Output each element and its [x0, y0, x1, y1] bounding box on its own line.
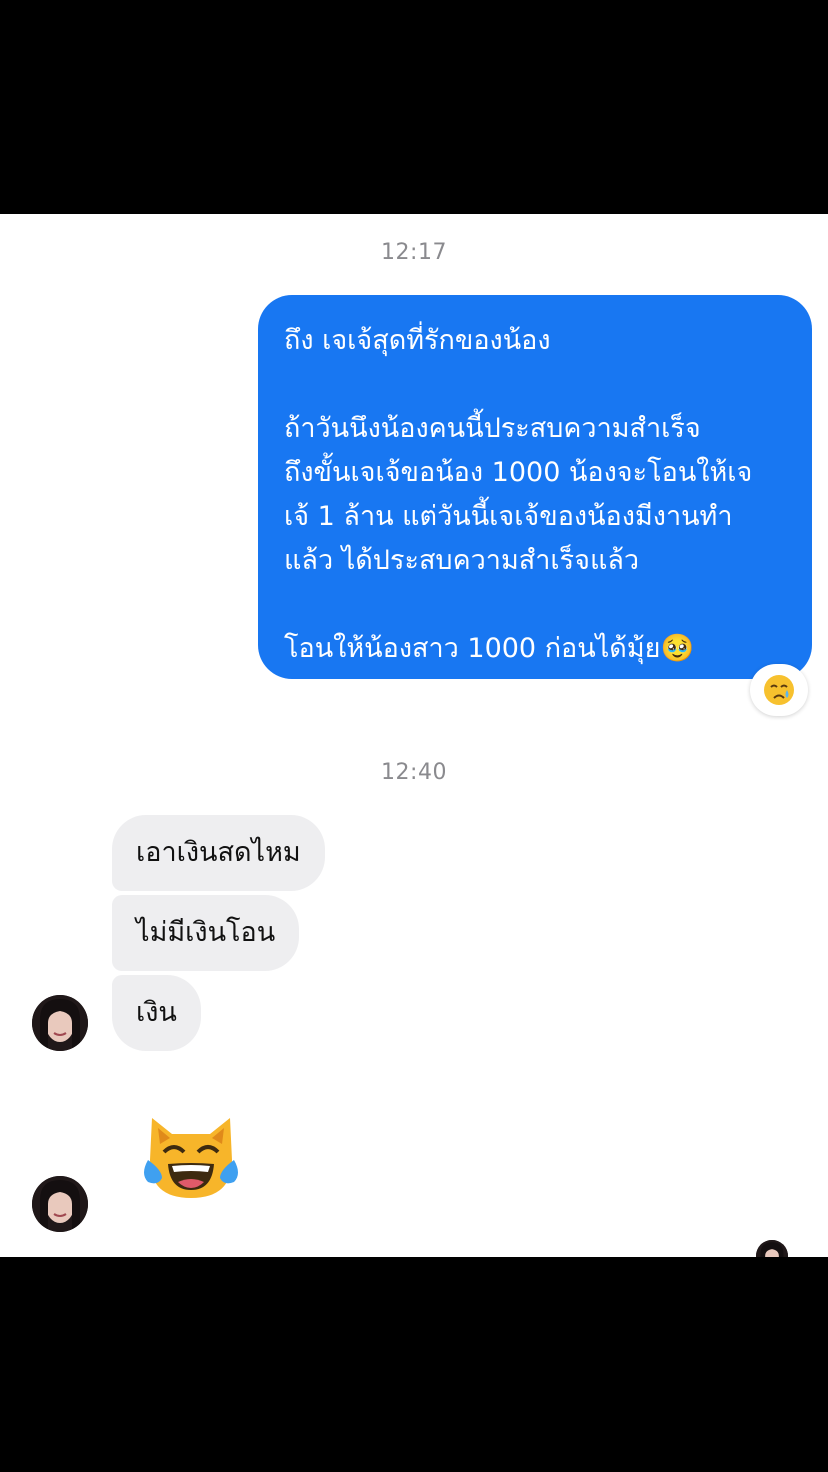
letterbox-bottom — [0, 1257, 828, 1472]
message-reaction[interactable] — [750, 664, 808, 716]
letterbox-top — [0, 0, 828, 214]
outgoing-message-bubble[interactable]: ถึง เจเจ้สุดที่รักของน้อง ถ้าวันนึงน้องค… — [258, 295, 812, 679]
cat-with-tears-of-joy-icon[interactable] — [138, 1100, 244, 1206]
avatar-image — [756, 1240, 788, 1257]
incoming-message-bubble[interactable]: เงิน — [112, 975, 201, 1051]
incoming-message-bubble[interactable]: เอาเงินสดไหม — [112, 815, 325, 891]
avatar-image — [32, 1176, 88, 1232]
read-receipt-avatar — [756, 1240, 788, 1257]
incoming-message-bubble[interactable]: ไม่มีเงินโอน — [112, 895, 300, 971]
avatar[interactable] — [32, 1176, 88, 1232]
timestamp: 12:17 — [381, 240, 447, 265]
crying-face-icon — [764, 675, 794, 705]
chat-thread[interactable]: 12:17 ถึง เจเจ้สุดที่รักของน้อง ถ้าวันนึ… — [0, 214, 828, 1257]
avatar-image — [32, 995, 88, 1051]
timestamp: 12:40 — [381, 760, 447, 785]
avatar[interactable] — [32, 995, 88, 1051]
